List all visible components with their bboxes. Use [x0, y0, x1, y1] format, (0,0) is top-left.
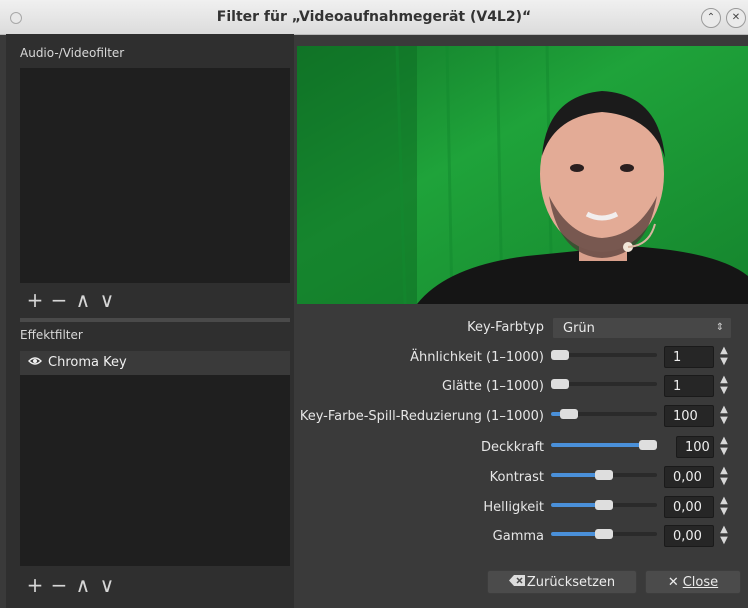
opacity-input[interactable]: 100	[676, 436, 714, 458]
key-color-type-value: Grün	[563, 321, 595, 336]
similarity-stepper[interactable]: ▲ ▼	[716, 345, 732, 371]
brightness-input[interactable]: 0,00	[664, 496, 714, 518]
filter-name: Chroma Key	[48, 355, 127, 370]
spill-reduction-stepper[interactable]: ▲ ▼	[716, 404, 732, 430]
slider-handle[interactable]	[595, 470, 613, 480]
effect-filters-toolbar: + − ∧ ∨	[24, 573, 120, 597]
av-filters-label: Audio-/Videofilter	[20, 46, 125, 60]
smoothness-slider[interactable]	[551, 379, 657, 389]
close-window-button[interactable]: ✕	[726, 8, 746, 28]
opacity-slider[interactable]	[551, 440, 657, 450]
slider-handle[interactable]	[551, 350, 569, 360]
close-button[interactable]: ✕ Close	[645, 570, 741, 594]
smoothness-input[interactable]: 1	[664, 375, 714, 397]
list-item[interactable]: Chroma Key	[20, 351, 290, 375]
reset-label: Zurücksetzen	[526, 575, 616, 590]
slider-handle[interactable]	[639, 440, 657, 450]
move-up-button[interactable]: ∧	[72, 288, 94, 312]
brightness-slider[interactable]	[551, 500, 657, 510]
av-filters-toolbar: + − ∧ ∨	[24, 288, 120, 312]
window-title: Filter für „Videoaufnahmegerät (V4L2)“	[216, 9, 532, 25]
gamma-slider[interactable]	[551, 529, 657, 539]
gamma-stepper[interactable]: ▲ ▼	[716, 524, 732, 550]
av-filters-list[interactable]	[20, 68, 290, 283]
eye-icon[interactable]	[28, 351, 42, 375]
backspace-icon	[508, 571, 525, 595]
spill-reduction-slider[interactable]	[551, 409, 657, 419]
effect-filters-list[interactable]: Chroma Key	[20, 351, 290, 566]
spill-reduction-label: Key-Farbe-Spill-Reduzierung (1–1000)	[299, 409, 544, 424]
similarity-slider[interactable]	[551, 350, 657, 360]
smoothness-stepper[interactable]: ▲ ▼	[716, 374, 732, 400]
updown-chevron-icon: ⇕	[715, 322, 725, 333]
move-effect-down-button[interactable]: ∨	[96, 573, 118, 597]
opacity-stepper[interactable]: ▲ ▼	[716, 435, 732, 461]
gamma-label: Gamma	[492, 529, 544, 544]
opacity-label: Deckkraft	[481, 440, 544, 455]
slider-handle[interactable]	[595, 500, 613, 510]
brightness-stepper[interactable]: ▲ ▼	[716, 495, 732, 521]
spill-reduction-input[interactable]: 100	[664, 405, 714, 427]
remove-effect-button[interactable]: −	[48, 573, 70, 597]
brightness-label: Helligkeit	[483, 500, 544, 515]
reset-button[interactable]: Zurücksetzen	[487, 570, 637, 594]
close-icon: ✕	[667, 575, 679, 590]
contrast-label: Kontrast	[489, 470, 544, 485]
smoothness-label: Glätte (1–1000)	[442, 379, 544, 394]
slider-handle[interactable]	[551, 379, 569, 389]
slider-handle[interactable]	[559, 409, 578, 419]
gamma-input[interactable]: 0,00	[664, 525, 714, 547]
move-down-button[interactable]: ∨	[96, 288, 118, 312]
video-preview	[297, 46, 748, 304]
title-bar: Filter für „Videoaufnahmegerät (V4L2)“ ⌃…	[0, 0, 748, 35]
contrast-slider[interactable]	[551, 470, 657, 480]
move-effect-up-button[interactable]: ∧	[72, 573, 94, 597]
close-label: Close	[682, 575, 719, 590]
key-color-type-label: Key-Farbtyp	[467, 320, 544, 335]
add-filter-button[interactable]: +	[24, 288, 46, 312]
similarity-label: Ähnlichkeit (1–1000)	[410, 350, 544, 365]
add-effect-button[interactable]: +	[24, 573, 46, 597]
contrast-input[interactable]: 0,00	[664, 466, 714, 488]
similarity-input[interactable]: 1	[664, 346, 714, 368]
effect-filters-label: Effektfilter	[20, 328, 83, 342]
key-color-type-select[interactable]: Grün ⇕	[552, 317, 732, 339]
splitter[interactable]	[20, 318, 290, 322]
slider-handle[interactable]	[595, 529, 613, 539]
remove-filter-button[interactable]: −	[48, 288, 70, 312]
contrast-stepper[interactable]: ▲ ▼	[716, 465, 732, 491]
minimize-button[interactable]: ⌃	[701, 8, 721, 28]
